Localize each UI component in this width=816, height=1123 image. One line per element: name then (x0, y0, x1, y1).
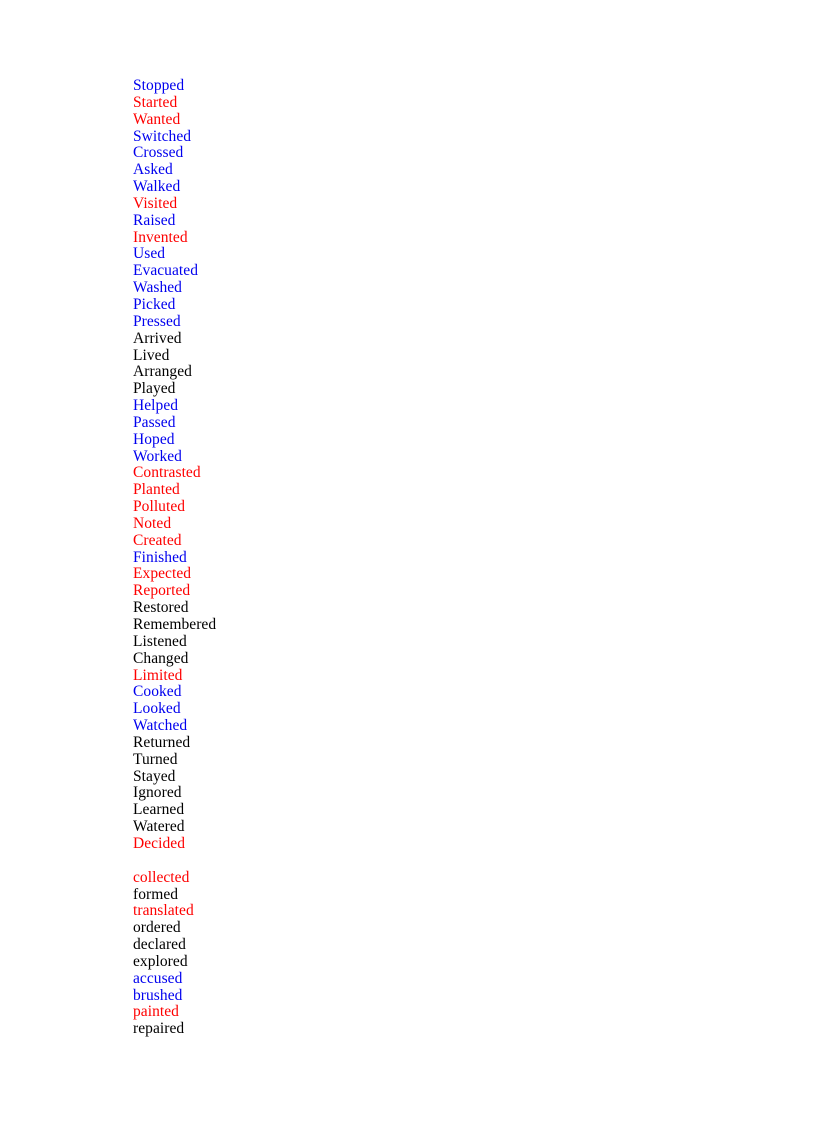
list-item: collected (133, 868, 190, 886)
list-item: Passed (133, 413, 176, 431)
list-item: ordered (133, 919, 181, 937)
list-item: declared (133, 936, 186, 954)
list-item: painted (133, 1003, 179, 1021)
list-item: formed (133, 885, 179, 903)
list-item: Decided (133, 834, 185, 852)
list-item: Switched (133, 127, 192, 145)
document-page: Stopped Started Wanted Switched Crossed Asked… (0, 0, 816, 1123)
list-item: Returned (133, 733, 191, 751)
list-item: Crossed (133, 144, 184, 162)
list-item: Started (133, 93, 178, 111)
list-item: Stopped (133, 77, 185, 94)
list-item: Limited (133, 666, 183, 684)
list-item: Reported (133, 582, 191, 600)
list-item: Planted (133, 481, 180, 499)
list-item: Asked (133, 161, 173, 179)
list-item: Listened (133, 632, 187, 650)
list-item: Picked (133, 295, 176, 313)
list-item: Used (133, 245, 166, 263)
list-item: Ignored (133, 784, 182, 802)
list-item: Raised (133, 211, 176, 229)
list-item: Expected (133, 565, 192, 583)
list-item: Worked (133, 447, 182, 465)
list-item: repaired (133, 1020, 185, 1038)
list-item: Looked (133, 700, 181, 718)
list-item: Walked (133, 178, 181, 196)
list-item: Invented (133, 228, 188, 246)
list-item: Stayed (133, 767, 176, 785)
list-item: Arranged (133, 363, 192, 381)
list-item: Changed (133, 649, 189, 667)
verb-list: Stopped Started Wanted Switched Crossed Asked… (133, 77, 753, 1038)
list-item: brushed (133, 986, 183, 1004)
list-item: Visited (133, 194, 178, 212)
list-item: Polluted (133, 498, 186, 516)
list-item: Watched (133, 717, 188, 735)
list-item: Lived (133, 346, 170, 364)
list-item: Turned (133, 750, 178, 768)
list-item: Hoped (133, 430, 175, 448)
list-item: Noted (133, 514, 172, 532)
list-item: Contrasted (133, 464, 201, 482)
list-item: Created (133, 531, 182, 549)
list-item: Wanted (133, 110, 181, 128)
list-item: Remembered (133, 616, 217, 633)
list-item: translated (133, 902, 194, 920)
list-item: Learned (133, 801, 185, 819)
list-item: Arrived (133, 329, 182, 347)
list-item: Restored (133, 599, 189, 617)
list-item: Washed (133, 279, 182, 297)
list-item: accused (133, 969, 183, 987)
list-item: Watered (133, 818, 185, 836)
list-item: Cooked (133, 683, 182, 701)
list-item: Helped (133, 397, 179, 415)
list-item: Pressed (133, 312, 181, 330)
list-item: Evacuated (133, 262, 198, 280)
list-item: Finished (133, 548, 187, 566)
list-item: explored (133, 952, 188, 970)
list-item: Played (133, 380, 176, 398)
